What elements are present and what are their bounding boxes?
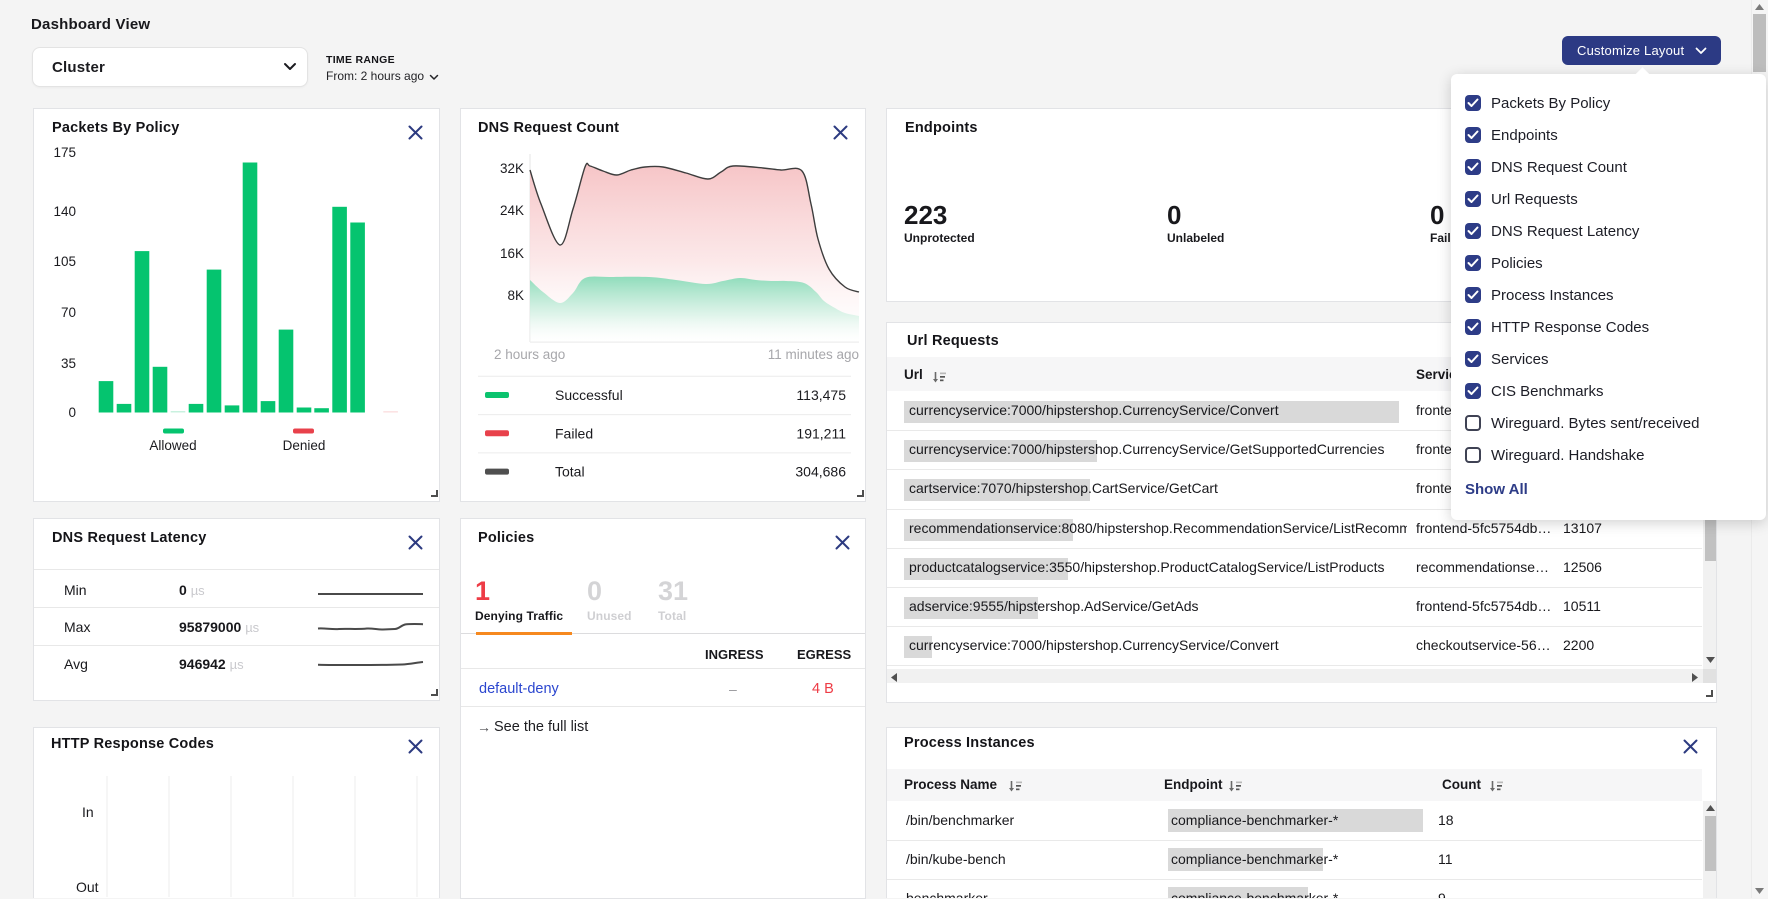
svg-text:191,211: 191,211 (796, 425, 846, 441)
svg-text:16K: 16K (500, 246, 524, 261)
svg-text:0: 0 (68, 405, 76, 420)
svg-text:Failed: Failed (555, 425, 593, 441)
svg-text:11 minutes ago: 11 minutes ago (768, 347, 859, 362)
svg-text:Denied: Denied (283, 438, 326, 453)
svg-text:304,686: 304,686 (795, 464, 846, 480)
svg-text:Total: Total (555, 464, 585, 480)
svg-text:In: In (82, 804, 94, 820)
svg-text:35: 35 (61, 356, 76, 371)
svg-text:113,475: 113,475 (796, 387, 846, 403)
svg-text:70: 70 (61, 305, 76, 320)
svg-text:105: 105 (53, 254, 76, 269)
svg-text:Successful: Successful (555, 387, 623, 403)
svg-text:140: 140 (53, 204, 76, 219)
svg-text:24K: 24K (500, 203, 524, 218)
svg-text:32K: 32K (500, 161, 524, 176)
svg-text:175: 175 (53, 145, 76, 160)
svg-text:Out: Out (76, 879, 99, 895)
svg-text:Allowed: Allowed (149, 438, 196, 453)
svg-text:8K: 8K (507, 288, 524, 303)
svg-text:2 hours ago: 2 hours ago (494, 347, 565, 362)
